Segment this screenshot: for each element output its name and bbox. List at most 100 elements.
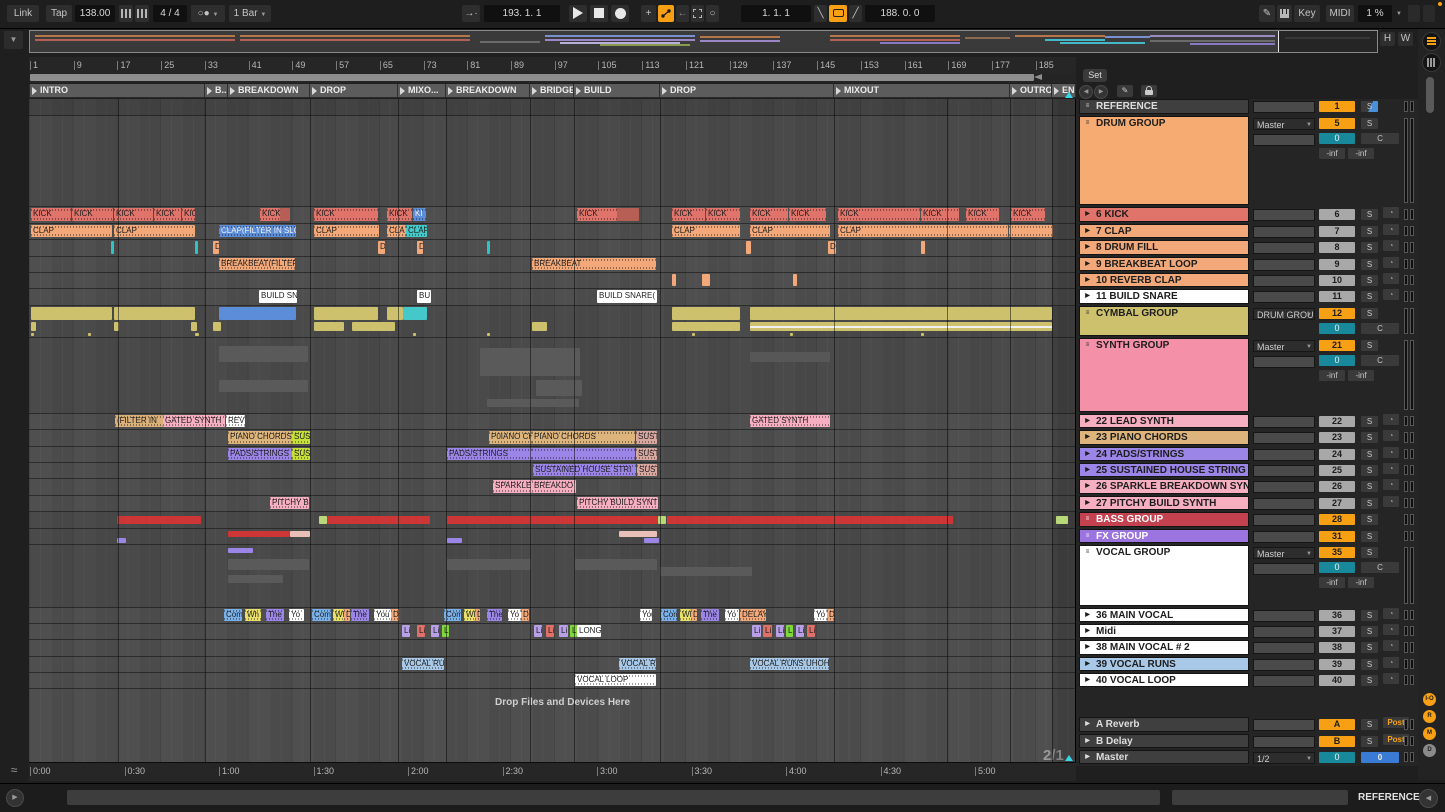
track-activator[interactable]: 38 xyxy=(1319,642,1355,653)
locator-drop[interactable]: DROP xyxy=(660,84,834,97)
clip-breakdo[interactable]: BREAKDO xyxy=(532,480,576,493)
track-title-bass-group[interactable]: ≡BASS GROUP xyxy=(1079,512,1249,527)
solo-button[interactable]: S xyxy=(1361,481,1378,492)
freeze-button[interactable]: ◔ xyxy=(1383,240,1399,251)
clip-com[interactable]: Com xyxy=(224,609,242,621)
track-title-36-main-vocal[interactable]: ▶36 MAIN VOCAL xyxy=(1079,608,1249,622)
beat-time-ruler[interactable]: 1917253341495765738189971051131211291371… xyxy=(29,57,1076,73)
track-play-icon[interactable]: ▶ xyxy=(1083,676,1092,685)
clip-kick[interactable]: KICK xyxy=(838,208,920,221)
clip-ki[interactable]: KI xyxy=(413,208,426,221)
clip[interactable] xyxy=(532,322,547,331)
clip[interactable] xyxy=(219,307,296,320)
clip[interactable] xyxy=(195,333,199,336)
clip-filter-in[interactable]: (FILTER IN xyxy=(115,415,163,427)
clip-clap[interactable]: CLAP xyxy=(114,225,195,237)
track-title-8-drum-fill[interactable]: ▶8 DRUM FILL xyxy=(1079,240,1249,255)
clip[interactable] xyxy=(672,322,740,331)
clip-kick[interactable]: KICK xyxy=(260,208,280,221)
arrangement-lane-23-piano-chords[interactable]: PIANO CHORDSSUSP0IANO CHPIANO CHORDSSUST xyxy=(29,430,1075,447)
clip-sust[interactable]: SUST xyxy=(636,448,657,460)
metronome-button[interactable]: ○● ▼ xyxy=(191,5,225,22)
routing-sub-box[interactable] xyxy=(1253,291,1315,303)
clip-the[interactable]: The xyxy=(701,609,719,621)
volume-value-2[interactable]: -inf xyxy=(1348,577,1374,588)
clip-l[interactable]: L xyxy=(786,625,793,637)
clip[interactable] xyxy=(447,516,658,524)
volume-value[interactable]: -inf xyxy=(1319,148,1345,159)
clip-wh[interactable]: Wh xyxy=(464,609,475,621)
clip-you[interactable]: You xyxy=(640,609,652,621)
solo-button[interactable]: S xyxy=(1361,547,1378,558)
crossfade-button[interactable]: C xyxy=(1361,355,1399,366)
solo-button[interactable]: S xyxy=(1361,209,1378,220)
track-activator[interactable]: 26 xyxy=(1319,481,1355,492)
track-activator[interactable]: 39 xyxy=(1319,659,1355,670)
track-play-icon[interactable]: ▶ xyxy=(1083,466,1092,475)
arrangement-lane-vocal-group[interactable] xyxy=(29,545,1075,608)
stop-button[interactable] xyxy=(590,5,608,22)
routing-sub-box[interactable] xyxy=(1253,432,1315,444)
solo-button[interactable]: S xyxy=(1361,675,1378,686)
track-title-11-build-snare[interactable]: ▶11 BUILD SNARE xyxy=(1079,289,1249,304)
clip[interactable] xyxy=(1009,225,1053,237)
freeze-button[interactable]: ◔ xyxy=(1383,624,1399,635)
clip[interactable] xyxy=(793,274,797,286)
solo-button[interactable]: S xyxy=(1361,736,1378,747)
mixer-section-toggle-m[interactable]: M xyxy=(1423,727,1436,740)
clip-kick[interactable]: KICK xyxy=(706,208,740,221)
clip[interactable] xyxy=(921,241,925,254)
clip-kick[interactable]: KICK xyxy=(114,208,153,221)
crossfade-button[interactable]: C xyxy=(1361,323,1399,334)
clip-breakbeat[interactable]: BREAKBEAT xyxy=(532,258,656,270)
clip-wh[interactable]: Wh xyxy=(680,609,691,621)
draw-automation-icon[interactable]: ✎ xyxy=(1117,85,1133,97)
track-play-icon[interactable]: ▶ xyxy=(1083,611,1092,620)
nudge-down-icon[interactable] xyxy=(119,5,133,22)
clip[interactable] xyxy=(660,567,752,576)
track-activator[interactable]: 37 xyxy=(1319,626,1355,637)
clip[interactable] xyxy=(111,241,114,254)
clip-delay[interactable]: DELAY xyxy=(740,609,766,621)
clip-piano-chords[interactable]: PIANO CHORDS xyxy=(228,431,292,444)
routing-sub-box[interactable] xyxy=(1253,134,1315,146)
track-title-drum-group[interactable]: ≡DRUM GROUP xyxy=(1079,116,1249,205)
clip-kick[interactable]: KICK xyxy=(1011,208,1045,221)
clip[interactable] xyxy=(644,538,659,543)
record-button[interactable] xyxy=(611,5,629,22)
clip[interactable] xyxy=(228,548,253,553)
clip[interactable] xyxy=(447,538,462,543)
solo-button[interactable]: S xyxy=(1361,498,1378,509)
clip[interactable] xyxy=(536,380,582,396)
track-play-icon[interactable]: ▶ xyxy=(1083,292,1092,301)
clip[interactable] xyxy=(352,322,395,331)
clip[interactable] xyxy=(117,516,201,524)
arrangement-lane-36-main-vocal[interactable]: ComWhTheYoComWhDTheYouDComWhDTheYoDYouCo… xyxy=(29,608,1075,624)
clip-sus[interactable]: SUS xyxy=(292,431,310,444)
locator-bridge[interactable]: BRIDGE xyxy=(530,84,574,97)
re-enable-automation-button[interactable]: ← xyxy=(676,5,689,22)
clip-d[interactable]: D xyxy=(417,241,423,254)
pan-value[interactable]: 0 xyxy=(1319,355,1355,366)
clip-li[interactable]: Li xyxy=(559,625,568,637)
clip-kick[interactable]: KICK xyxy=(750,208,788,221)
volume-value[interactable]: -inf xyxy=(1319,577,1345,588)
clip[interactable] xyxy=(617,208,639,221)
next-locator-button[interactable]: ▶ xyxy=(1094,85,1108,99)
group-fold-icon[interactable]: ≡ xyxy=(1083,341,1092,350)
routing-sub-box[interactable] xyxy=(1253,242,1315,254)
track-play-icon[interactable]: ▶ xyxy=(1083,643,1092,652)
track-play-icon[interactable]: ▶ xyxy=(1083,227,1092,236)
track-play-icon[interactable]: ▶ xyxy=(1083,260,1092,269)
arrangement-lane-6-kick[interactable]: KICKKICKKICKKICKKICKICKKICKKICKKIKICKKIC… xyxy=(29,207,1075,224)
clip-breakbeat-filter[interactable]: BREAKBEAT(FILTER xyxy=(219,258,295,270)
track-title-22-lead-synth[interactable]: ▶22 LEAD SYNTH xyxy=(1079,414,1249,428)
collapse-overview-button[interactable]: ▼ xyxy=(4,31,23,49)
track-play-icon[interactable]: ▶ xyxy=(1083,450,1092,459)
clip[interactable] xyxy=(575,559,657,570)
freeze-button[interactable]: ◔ xyxy=(1383,673,1399,684)
clip[interactable] xyxy=(487,333,490,336)
track-play-icon[interactable]: ▶ xyxy=(1083,417,1092,426)
clip-d[interactable]: D xyxy=(213,241,219,254)
master-volume-value[interactable]: 0 xyxy=(1361,752,1399,763)
